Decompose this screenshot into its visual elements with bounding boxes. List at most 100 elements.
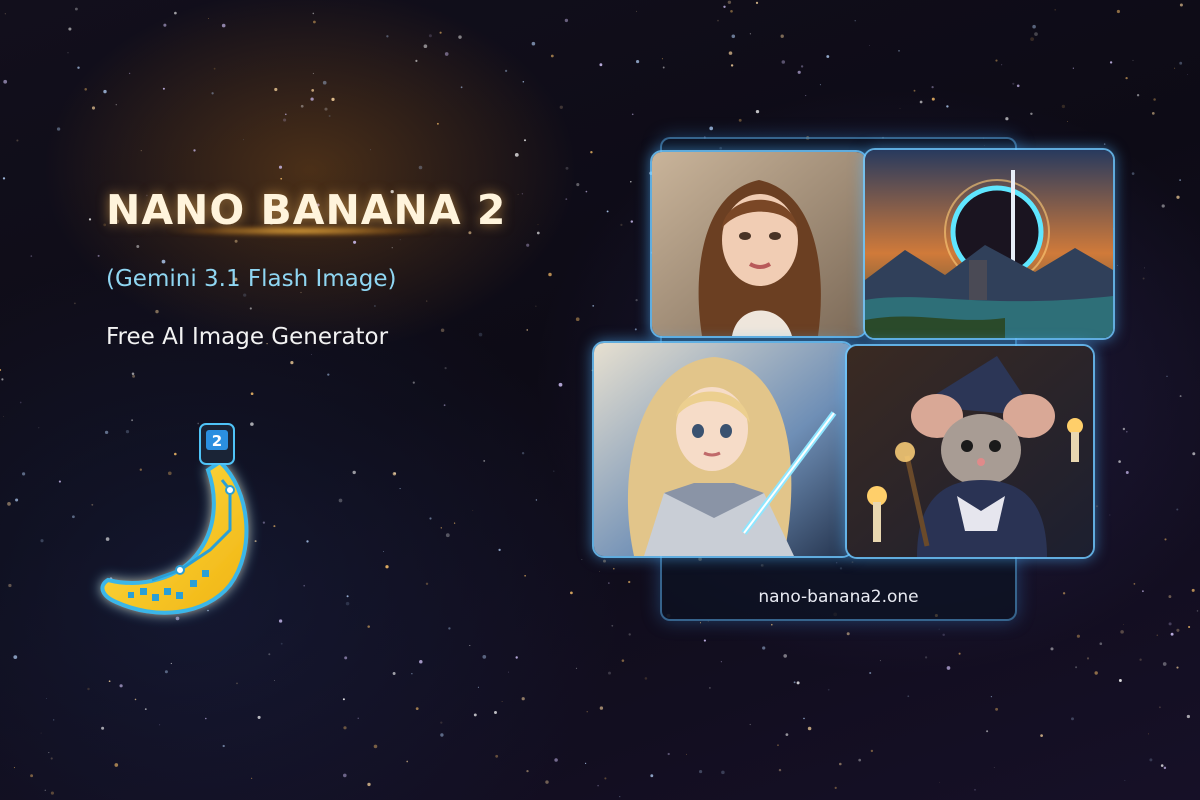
star-dot <box>144 708 147 710</box>
star-dot <box>1179 61 1183 65</box>
star-dot <box>7 502 11 506</box>
star-dot <box>611 624 614 627</box>
star-dot <box>854 20 856 22</box>
star-dot <box>162 87 165 90</box>
star-dot <box>535 499 538 501</box>
star-dot <box>1086 657 1090 660</box>
star-dot <box>1131 172 1135 175</box>
star-dot <box>781 60 786 64</box>
star-dot <box>16 139 19 142</box>
star-dot <box>391 247 393 249</box>
star-dot <box>1117 265 1119 267</box>
star-dot <box>1122 427 1126 431</box>
star-dot <box>58 480 61 483</box>
site-url[interactable]: nano-banana2.one <box>662 587 1015 607</box>
gallery-image-landscape[interactable] <box>863 148 1115 340</box>
star-dot <box>576 183 580 187</box>
star-dot <box>1176 195 1180 199</box>
star-dot <box>1168 622 1172 626</box>
page-title: NANO BANANA 2 <box>106 186 507 234</box>
star-dot <box>483 459 486 462</box>
star-dot <box>1176 628 1180 632</box>
star-dot <box>1118 679 1122 682</box>
star-dot <box>599 571 600 572</box>
star-dot <box>312 12 315 15</box>
star-dot <box>311 89 315 92</box>
star-dot <box>469 645 471 646</box>
star-dot <box>931 97 935 101</box>
star-dot <box>870 749 874 753</box>
star-dot <box>771 623 773 626</box>
star-dot <box>559 105 563 109</box>
star-dot <box>1188 625 1191 629</box>
star-dot <box>367 625 370 628</box>
star-dot <box>211 92 214 95</box>
gallery-image-portrait[interactable] <box>650 150 868 338</box>
star-dot <box>621 659 625 662</box>
star-dot <box>1147 733 1149 735</box>
star-dot <box>440 733 444 737</box>
star-dot <box>514 153 519 157</box>
star-dot <box>634 328 637 331</box>
star-dot <box>1061 104 1066 109</box>
star-dot <box>268 653 271 656</box>
star-dot <box>383 551 384 552</box>
star-dot <box>558 382 563 387</box>
star-dot <box>140 150 142 152</box>
star-dot <box>3 416 4 418</box>
star-dot <box>1151 112 1155 115</box>
star-dot <box>473 713 477 717</box>
gallery-image-anime-knight[interactable] <box>592 341 854 558</box>
star-dot <box>1030 112 1033 116</box>
star-dot <box>40 732 42 734</box>
star-dot <box>1076 634 1080 638</box>
star-dot <box>1040 734 1043 737</box>
star-dot <box>257 715 261 719</box>
star-dot <box>898 50 900 52</box>
star-dot <box>373 305 376 307</box>
star-dot <box>1132 59 1134 61</box>
star-dot <box>599 63 603 67</box>
star-dot <box>537 224 539 226</box>
star-dot <box>879 660 881 662</box>
star-dot <box>3 79 8 84</box>
star-dot <box>280 177 283 180</box>
star-dot <box>498 548 501 552</box>
star-dot <box>536 231 540 235</box>
star-dot <box>501 701 503 702</box>
star-dot <box>495 754 499 758</box>
wizard-mouse-image <box>847 346 1093 557</box>
star-dot <box>283 118 287 122</box>
star-dot <box>899 107 901 109</box>
star-dot <box>91 106 96 110</box>
star-dot <box>1162 662 1167 666</box>
star-dot <box>1062 592 1066 595</box>
logo-badge-number: 2 <box>212 432 222 450</box>
star-dot <box>946 105 949 108</box>
star-dot <box>749 33 752 35</box>
star-dot <box>913 89 916 92</box>
star-dot <box>342 698 345 701</box>
star-dot <box>353 240 357 244</box>
star-dot <box>50 791 54 795</box>
star-dot <box>523 139 527 142</box>
star-dot <box>1012 82 1015 85</box>
star-dot <box>1174 67 1176 69</box>
star-dot <box>478 332 483 337</box>
star-dot <box>827 688 830 691</box>
star-dot <box>1159 706 1161 709</box>
star-dot <box>134 698 137 701</box>
gallery-image-wizard-mouse[interactable] <box>845 344 1095 559</box>
star-dot <box>373 744 378 749</box>
star-dot <box>440 721 443 724</box>
star-dot <box>445 533 450 538</box>
star-dot <box>783 654 788 658</box>
star-dot <box>620 223 623 227</box>
star-dot <box>1050 647 1054 651</box>
star-dot <box>1072 67 1074 69</box>
star-dot <box>780 34 784 38</box>
star-dot <box>15 498 19 502</box>
star-dot <box>662 66 665 69</box>
star-dot <box>327 373 330 376</box>
star-dot <box>4 13 6 15</box>
